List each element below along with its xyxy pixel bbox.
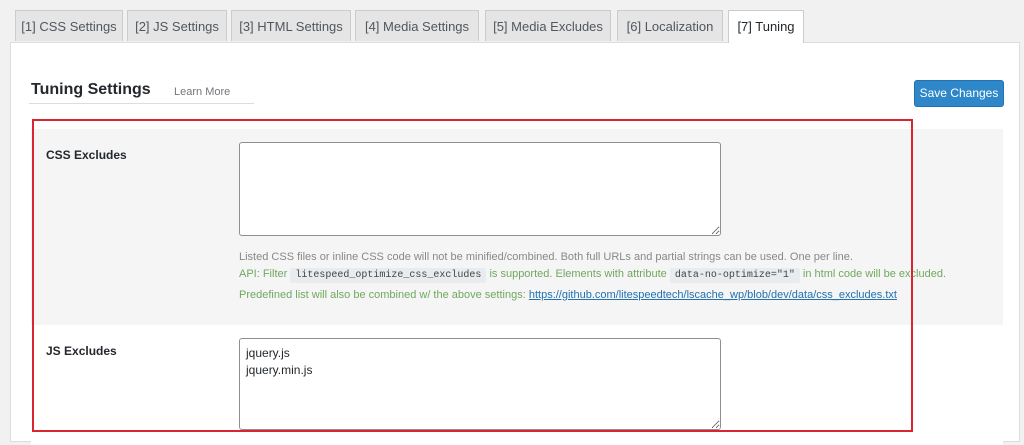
save-changes-button[interactable]: Save Changes xyxy=(914,80,1004,107)
learn-more-link[interactable]: Learn More xyxy=(174,86,230,98)
tab-media-excludes[interactable]: [5] Media Excludes xyxy=(485,10,611,41)
tab-html-settings[interactable]: [3] HTML Settings xyxy=(231,10,351,41)
filter-code: litespeed_optimize_css_excludes xyxy=(290,268,487,283)
attribute-code: data-no-optimize="1" xyxy=(669,268,800,283)
api-note-middle: is supported. Elements with attribute xyxy=(489,268,667,280)
api-note-prefix: API: Filter xyxy=(239,268,288,280)
tab-css-settings[interactable]: [1] CSS Settings xyxy=(15,10,123,41)
css-excludes-github-link[interactable]: https://github.com/litespeedtech/lscache… xyxy=(529,289,897,301)
page-title: Tuning Settings xyxy=(31,81,151,98)
tab-js-settings[interactable]: [2] JS Settings xyxy=(127,10,227,41)
css-excludes-api-note: API: Filter litespeed_optimize_css_exclu… xyxy=(239,268,946,283)
js-excludes-textarea[interactable]: jquery.js jquery.min.js xyxy=(239,338,721,430)
settings-panel: Tuning Settings Learn More Save Changes … xyxy=(10,42,1020,445)
css-excludes-textarea[interactable] xyxy=(239,142,721,236)
tab-media-settings[interactable]: [4] Media Settings xyxy=(355,10,479,41)
tab-localization[interactable]: [6] Localization xyxy=(617,10,723,41)
tab-tuning[interactable]: [7] Tuning xyxy=(728,10,804,43)
api-note-suffix: in html code will be excluded. xyxy=(802,268,946,280)
js-excludes-label: JS Excludes xyxy=(46,344,117,358)
css-excludes-description: Listed CSS files or inline CSS code will… xyxy=(239,251,853,263)
predefined-list-note: Predefined list will also be combined w/… xyxy=(239,289,897,301)
css-excludes-label: CSS Excludes xyxy=(46,148,127,162)
section-heading: Tuning Settings Learn More xyxy=(29,81,254,104)
js-excludes-row: JS Excludes jquery.js jquery.min.js xyxy=(31,325,1003,445)
css-excludes-row: CSS Excludes Listed CSS files or inline … xyxy=(31,129,1003,325)
predefined-note-text: Predefined list will also be combined w/… xyxy=(239,289,526,301)
